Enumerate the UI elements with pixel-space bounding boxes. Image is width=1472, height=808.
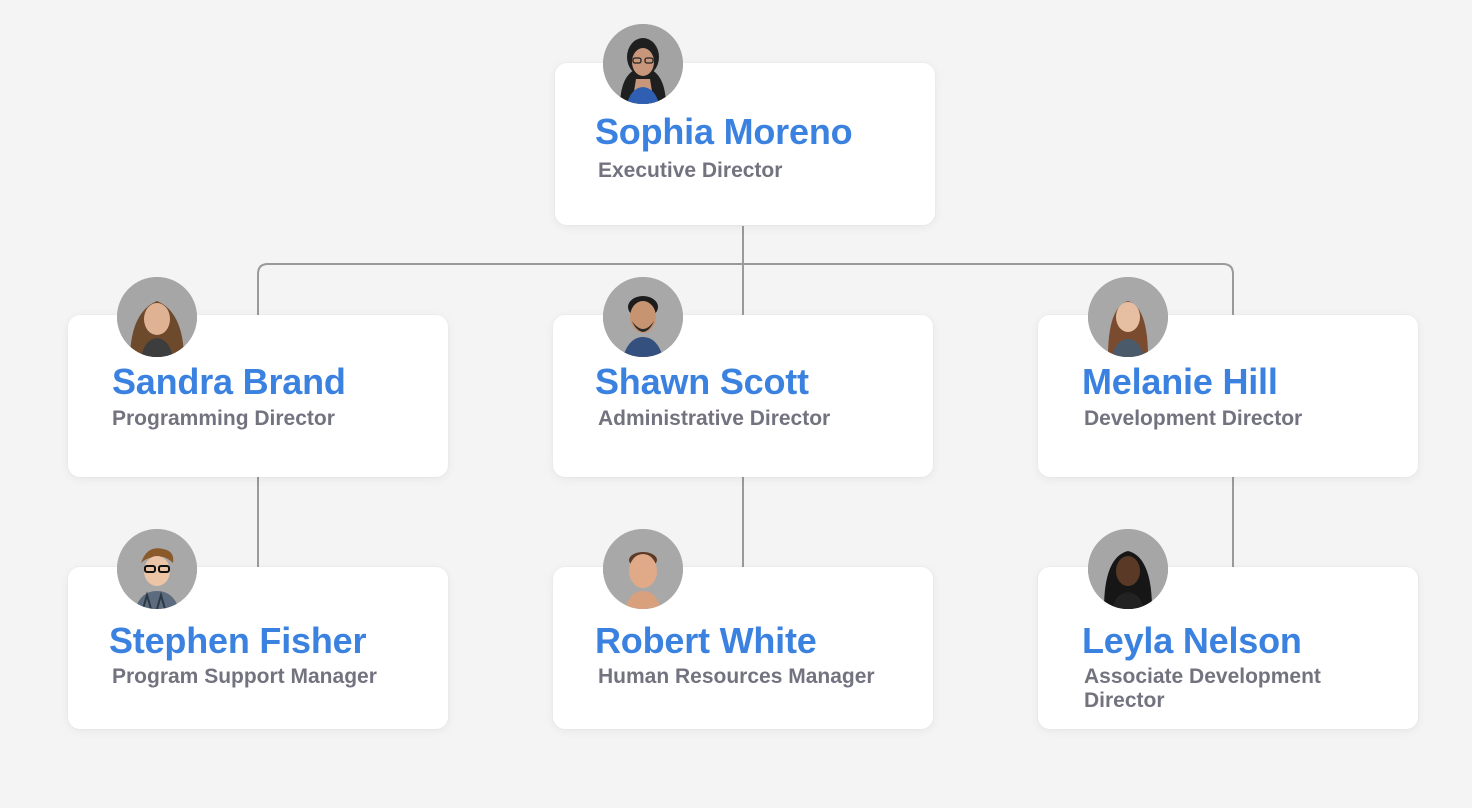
person-role: Development Director [1084,407,1303,430]
person-name: Sandra Brand [112,361,346,402]
person-avatar-icon [603,24,683,104]
person-avatar-icon [1088,529,1168,609]
person-role: Human Resources Manager [598,665,875,688]
person-avatar-icon [603,529,683,609]
person-role: Programming Director [112,407,335,430]
person-avatar-icon [117,529,197,609]
connector-bus [257,263,1234,315]
person-name: Sophia Moreno [595,111,853,152]
person-name: Stephen Fisher [109,620,367,661]
person-avatar-icon [603,277,683,357]
person-name: Melanie Hill [1082,361,1278,402]
person-avatar-icon [1088,277,1168,357]
person-name: Shawn Scott [595,361,809,402]
person-role: Program Support Manager [112,665,377,688]
person-name: Leyla Nelson [1082,620,1302,661]
person-role: Associate Development Director [1084,665,1321,712]
person-role: Executive Director [598,159,783,182]
person-role: Administrative Director [598,407,831,430]
person-name: Robert White [595,620,817,661]
person-avatar-icon [117,277,197,357]
